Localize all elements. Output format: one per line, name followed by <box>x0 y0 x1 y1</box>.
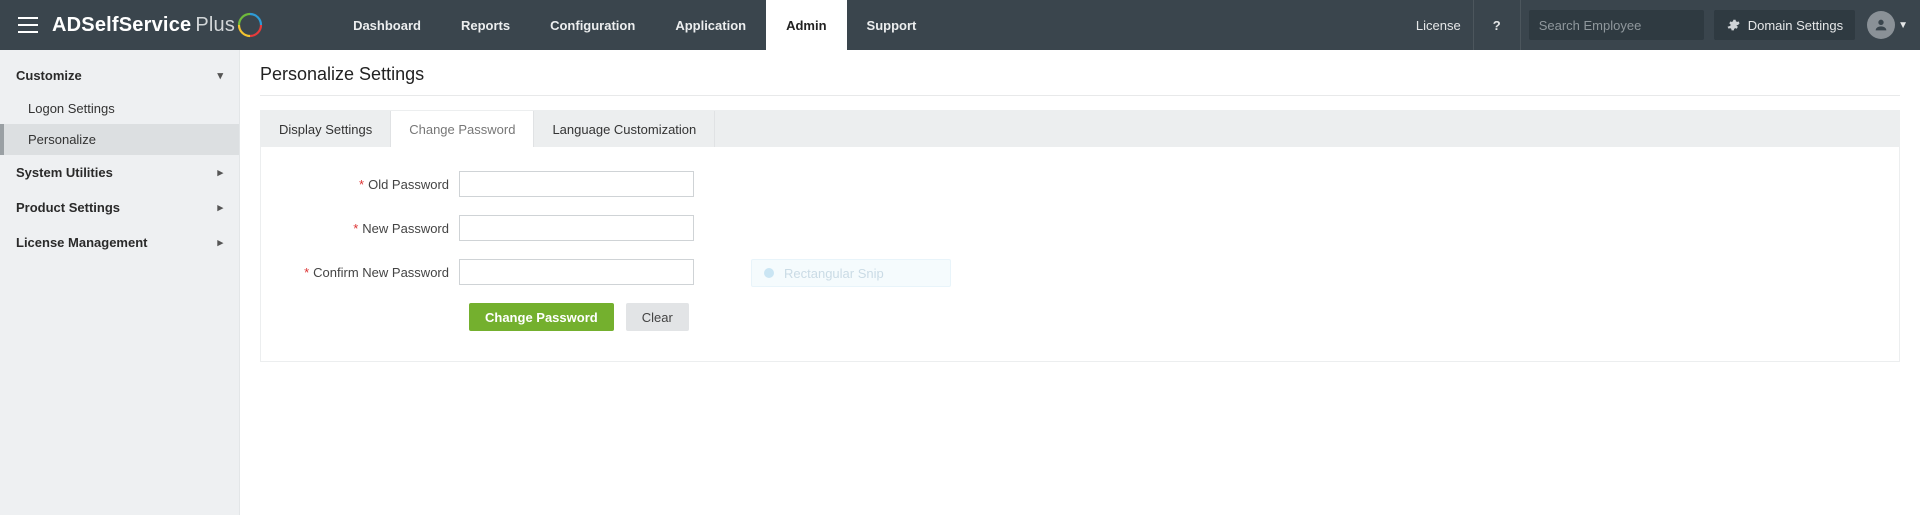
label-text: Old Password <box>368 177 449 192</box>
nav-dashboard[interactable]: Dashboard <box>333 0 441 50</box>
chevron-right-icon: ▸ <box>217 166 223 179</box>
tab-language-customization[interactable]: Language Customization <box>534 111 715 147</box>
nav-admin[interactable]: Admin <box>766 0 846 50</box>
sidebar-group-label: Product Settings <box>16 200 120 215</box>
nav-support[interactable]: Support <box>847 0 937 50</box>
gear-icon <box>1726 18 1740 32</box>
required-asterisk: * <box>304 265 309 280</box>
user-icon <box>1873 17 1889 33</box>
tab-change-password[interactable]: Change Password <box>391 111 534 147</box>
sidebar-item-logon-settings[interactable]: Logon Settings <box>0 93 239 124</box>
page-title: Personalize Settings <box>260 64 1900 96</box>
sidebar-group-label: System Utilities <box>16 165 113 180</box>
nav-label: Admin <box>786 18 826 33</box>
tab-label: Display Settings <box>279 122 372 137</box>
new-password-input[interactable] <box>459 215 694 241</box>
license-label: License <box>1416 18 1461 33</box>
sidebar-group-license-management[interactable]: License Management ▸ <box>0 225 239 260</box>
chevron-down-icon: ▾ <box>217 69 223 82</box>
snip-label: Rectangular Snip <box>784 266 884 281</box>
sidebar-group-system-utilities[interactable]: System Utilities ▸ <box>0 155 239 190</box>
menu-toggle[interactable] <box>14 0 42 50</box>
sidebar-item-label: Logon Settings <box>28 101 115 116</box>
settings-panel: Display Settings Change Password Languag… <box>260 110 1900 362</box>
sidebar-item-label: Personalize <box>28 132 96 147</box>
help-icon: ? <box>1486 18 1508 33</box>
hamburger-icon <box>18 17 38 33</box>
sidebar-group-label: Customize <box>16 68 82 83</box>
chevron-right-icon: ▸ <box>217 201 223 214</box>
change-password-form: * Old Password * New Password * Confirm New… <box>261 147 1899 361</box>
sidebar-group-label: License Management <box>16 235 148 250</box>
chevron-right-icon: ▸ <box>217 236 223 249</box>
nav-label: Support <box>867 18 917 33</box>
brand-main: ADSelfService <box>52 14 191 37</box>
snip-dot-icon <box>764 268 774 278</box>
user-menu[interactable] <box>1867 11 1895 39</box>
license-link[interactable]: License <box>1404 0 1474 50</box>
main-panel: Personalize Settings Display Settings Ch… <box>240 50 1920 515</box>
form-row-confirm-password: * Confirm New Password <box>289 259 1871 285</box>
main-nav: Dashboard Reports Configuration Applicat… <box>333 0 936 50</box>
domain-settings-label: Domain Settings <box>1748 18 1843 33</box>
confirm-password-label: * Confirm New Password <box>289 265 459 280</box>
sidebar-group-product-settings[interactable]: Product Settings ▸ <box>0 190 239 225</box>
new-password-label: * New Password <box>289 221 459 236</box>
sidebar-item-personalize[interactable]: Personalize <box>0 124 239 155</box>
topbar-right: License ? Domain Settings ▼ <box>1404 0 1920 50</box>
brand-suffix: Plus <box>195 14 235 37</box>
change-password-button[interactable]: Change Password <box>469 303 614 331</box>
required-asterisk: * <box>359 177 364 192</box>
label-text: Confirm New Password <box>313 265 449 280</box>
search-wrapper <box>1529 10 1704 40</box>
label-text: New Password <box>362 221 449 236</box>
button-label: Clear <box>642 310 673 325</box>
tabbar: Display Settings Change Password Languag… <box>261 111 1899 147</box>
form-row-new-password: * New Password <box>289 215 1871 241</box>
tab-label: Change Password <box>409 122 515 137</box>
brand-swirl-icon <box>237 12 263 38</box>
topbar: ADSelfService Plus Dashboard Reports Con… <box>0 0 1920 50</box>
form-row-old-password: * Old Password <box>289 171 1871 197</box>
help-link[interactable]: ? <box>1474 0 1521 50</box>
nav-label: Reports <box>461 18 510 33</box>
old-password-input[interactable] <box>459 171 694 197</box>
clear-button[interactable]: Clear <box>626 303 689 331</box>
domain-settings-button[interactable]: Domain Settings <box>1714 10 1855 40</box>
sidebar: Customize ▾ Logon Settings Personalize S… <box>0 50 240 515</box>
search-input[interactable] <box>1539 10 1715 40</box>
content-area: Customize ▾ Logon Settings Personalize S… <box>0 50 1920 515</box>
nav-label: Dashboard <box>353 18 421 33</box>
form-buttons: Change Password Clear <box>469 303 1871 331</box>
button-label: Change Password <box>485 310 598 325</box>
nav-configuration[interactable]: Configuration <box>530 0 655 50</box>
sidebar-group-customize[interactable]: Customize ▾ <box>0 58 239 93</box>
nav-application[interactable]: Application <box>655 0 766 50</box>
nav-label: Application <box>675 18 746 33</box>
snip-overlay: Rectangular Snip <box>751 259 951 287</box>
brand-logo[interactable]: ADSelfService Plus <box>52 12 263 38</box>
chevron-down-icon: ▼ <box>1898 20 1908 31</box>
confirm-password-input[interactable] <box>459 259 694 285</box>
nav-label: Configuration <box>550 18 635 33</box>
tab-label: Language Customization <box>552 122 696 137</box>
required-asterisk: * <box>353 221 358 236</box>
old-password-label: * Old Password <box>289 177 459 192</box>
tab-display-settings[interactable]: Display Settings <box>261 111 391 147</box>
nav-reports[interactable]: Reports <box>441 0 530 50</box>
